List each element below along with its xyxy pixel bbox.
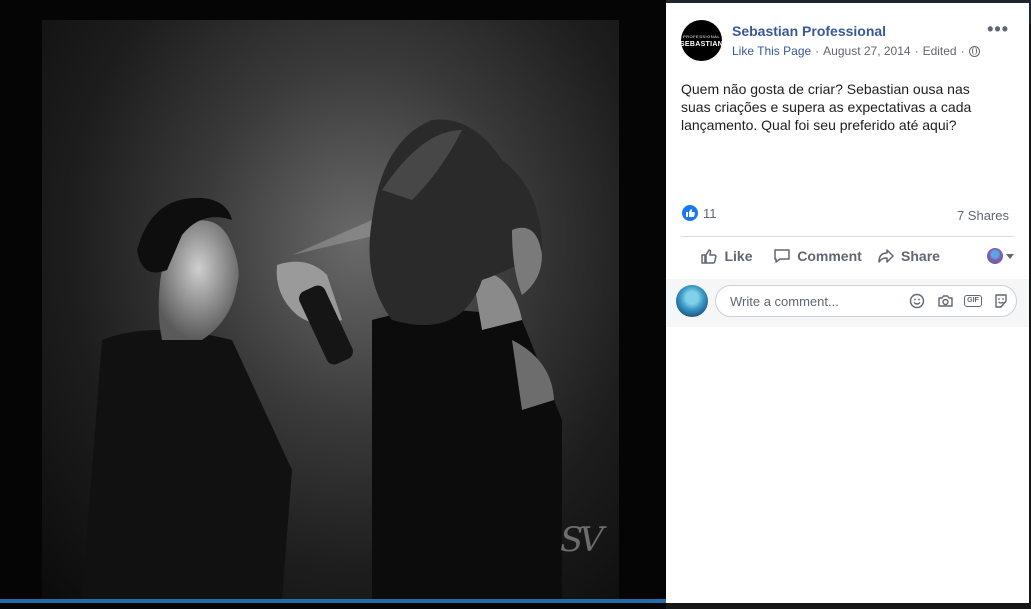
- page-avatar[interactable]: PROFESSIONAL SEBASTIAN: [679, 20, 724, 61]
- comment-box[interactable]: GIF: [715, 285, 1017, 317]
- emoji-icon[interactable]: [908, 292, 926, 310]
- user-mini-avatar: [987, 248, 1003, 264]
- signature-watermark: SV: [560, 520, 604, 560]
- like-reaction-icon: [682, 205, 698, 221]
- meta-separator: ·: [914, 44, 919, 58]
- share-icon: [878, 249, 894, 263]
- gif-icon[interactable]: GIF: [964, 292, 982, 310]
- avatar-subtext: PROFESSIONAL: [682, 33, 721, 39]
- post-photo[interactable]: SV: [42, 20, 619, 600]
- share-button[interactable]: Share: [863, 247, 954, 265]
- sticker-icon[interactable]: [992, 292, 1010, 310]
- meta-separator: ·: [960, 44, 965, 58]
- photo-viewer[interactable]: SV: [0, 0, 666, 609]
- comment-icon: [774, 249, 790, 263]
- photo-bottom-bar: [0, 599, 666, 603]
- chevron-down-icon: [1006, 253, 1014, 259]
- comment-composer: GIF: [666, 279, 1029, 327]
- action-bar: Like Comment Share: [681, 237, 1014, 275]
- more-options-icon[interactable]: •••: [987, 19, 1009, 40]
- avatar-text: SEBASTIAN: [679, 40, 724, 48]
- photo-illustration: [82, 119, 562, 600]
- like-button[interactable]: Like: [681, 247, 772, 265]
- share-label: Share: [901, 248, 940, 264]
- comment-tools: GIF: [908, 292, 1010, 310]
- post-meta: Like This Page · August 27, 2014 · Edite…: [732, 44, 980, 58]
- thumbs-up-icon: [701, 249, 718, 264]
- like-page-link[interactable]: Like This Page: [732, 44, 811, 58]
- globe-icon[interactable]: [968, 45, 980, 57]
- post-date[interactable]: August 27, 2014: [823, 44, 910, 58]
- shares-count[interactable]: 7 Shares: [957, 208, 1009, 223]
- meta-separator: ·: [815, 44, 820, 58]
- page-name-link[interactable]: Sebastian Professional: [732, 23, 886, 39]
- post-panel: PROFESSIONAL SEBASTIAN Sebastian Profess…: [666, 3, 1029, 603]
- post-text: Quem não gosta de criar? Sebastian ousa …: [681, 81, 972, 133]
- edited-label[interactable]: Edited: [923, 44, 957, 58]
- camera-icon[interactable]: [936, 292, 954, 310]
- comment-input[interactable]: [728, 292, 908, 310]
- like-label: Like: [724, 248, 753, 264]
- comment-label: Comment: [797, 248, 862, 264]
- reaction-count: 11: [703, 205, 717, 221]
- reactions-summary[interactable]: 11: [682, 205, 717, 221]
- user-avatar[interactable]: [676, 285, 708, 317]
- comment-button[interactable]: Comment: [772, 247, 863, 265]
- post-as-selector[interactable]: [954, 248, 1014, 264]
